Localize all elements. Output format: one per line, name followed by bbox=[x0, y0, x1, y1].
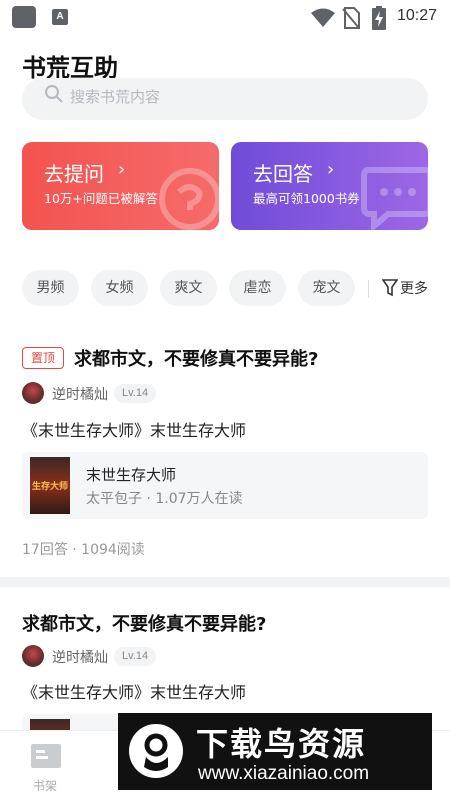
wifi-icon bbox=[311, 8, 335, 27]
post-item[interactable]: 置顶 求都市文，不要修真不要异能? 逆时橘灿 Lv.14 《末世生存大师》末世生… bbox=[22, 345, 428, 570]
more-label: 更多 bbox=[400, 281, 428, 297]
keyboard-notification-icon: A bbox=[52, 9, 68, 25]
question-bubble-icon bbox=[159, 168, 219, 230]
category-chip[interactable]: 虐恋 bbox=[229, 270, 286, 306]
pinned-badge: 置顶 bbox=[22, 347, 64, 369]
book-meta: 太平包子 · 1.07万人在读 bbox=[86, 491, 243, 507]
app-notification-icon bbox=[12, 6, 36, 28]
filter-icon bbox=[382, 279, 398, 297]
search-placeholder: 搜索书荒内容 bbox=[70, 88, 161, 106]
chat-bubble-icon bbox=[361, 167, 428, 230]
watermark-url: www.xiazainiao.com bbox=[198, 763, 370, 784]
section-divider bbox=[0, 577, 450, 587]
answer-card-title: 去回答 bbox=[253, 162, 313, 186]
watermark-title: 下载鸟资源 bbox=[196, 725, 367, 763]
level-badge: Lv.14 bbox=[114, 647, 157, 666]
status-bar: A 10:27 bbox=[0, 0, 450, 34]
chevron-right-icon: › bbox=[327, 159, 335, 180]
book-cover-image: 生存大师 bbox=[30, 457, 70, 514]
post-item[interactable]: 求都市文，不要修真不要异能? 逆时橘灿 Lv.14 《末世生存大师》末世生存大师 bbox=[22, 610, 428, 730]
clock: 10:27 bbox=[397, 7, 438, 24]
watermark-banner: 下载鸟资源 www.xiazainiao.com bbox=[118, 713, 432, 790]
ask-card-subtitle: 10万+问题已被解答 bbox=[44, 191, 158, 206]
answer-text: 《末世生存大师》末世生存大师 bbox=[22, 421, 247, 440]
category-chip[interactable]: 女频 bbox=[91, 270, 148, 306]
chevron-right-icon: › bbox=[118, 159, 126, 180]
ask-question-card[interactable]: 去提问 › 10万+问题已被解答 bbox=[22, 142, 219, 230]
no-sim-icon bbox=[342, 7, 360, 29]
post-title[interactable]: 求都市文，不要修真不要异能? bbox=[22, 610, 266, 636]
answer-card-subtitle: 最高可领1000书券 bbox=[253, 191, 360, 206]
book-name: 末世生存大师 bbox=[86, 466, 177, 484]
search-icon bbox=[45, 85, 63, 103]
answer-question-card[interactable]: 去回答 › 最高可领1000书券 bbox=[231, 142, 428, 230]
divider bbox=[368, 280, 369, 298]
post-title[interactable]: 求都市文，不要修真不要异能? bbox=[74, 345, 318, 371]
category-filter-row: 男频 女频 爽文 虐恋 宠文 更多 bbox=[22, 270, 432, 308]
book-cover-image bbox=[30, 719, 70, 730]
post-stats: 17回答 · 1094阅读 bbox=[22, 542, 145, 558]
search-bar[interactable]: 搜索书荒内容 bbox=[22, 78, 428, 120]
bookshelf-icon bbox=[31, 744, 61, 768]
category-chip[interactable]: 男频 bbox=[22, 270, 79, 306]
ask-card-title: 去提问 bbox=[44, 162, 104, 186]
category-chip[interactable]: 宠文 bbox=[298, 270, 355, 306]
answer-text: 《末世生存大师》末世生存大师 bbox=[22, 683, 247, 702]
tab-bookshelf[interactable]: 书架 bbox=[26, 741, 66, 797]
tab-bookshelf-label: 书架 bbox=[33, 779, 58, 793]
bird-logo-icon bbox=[129, 724, 183, 778]
book-card[interactable]: 生存大师 末世生存大师 太平包子 · 1.07万人在读 bbox=[22, 452, 428, 519]
book-cover-title: 生存大师 bbox=[32, 482, 69, 492]
author-name: 逆时橘灿 bbox=[52, 387, 108, 403]
level-badge: Lv.14 bbox=[114, 384, 157, 403]
battery-charging-icon bbox=[372, 6, 386, 30]
avatar bbox=[22, 382, 44, 404]
author-name: 逆时橘灿 bbox=[52, 650, 108, 666]
category-chip[interactable]: 爽文 bbox=[160, 270, 217, 306]
avatar bbox=[22, 645, 44, 667]
